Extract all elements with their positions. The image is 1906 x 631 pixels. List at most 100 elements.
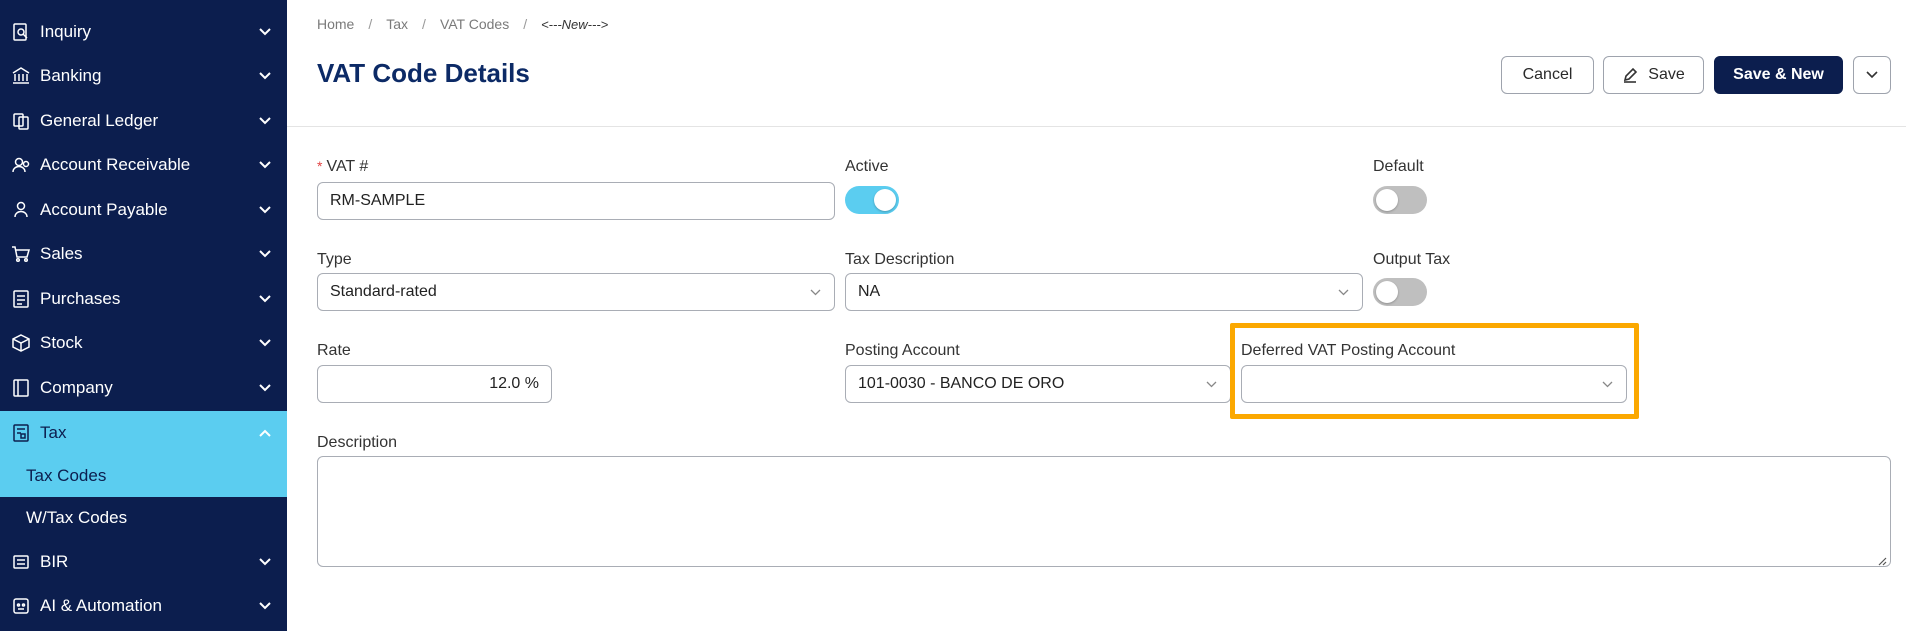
sidebar-item-account-payable[interactable]: Account Payable	[0, 188, 287, 232]
posting-account-label: Posting Account	[845, 342, 960, 359]
account-receivable-icon	[10, 154, 32, 176]
output-tax-toggle[interactable]	[1373, 278, 1427, 306]
chevron-down-icon	[255, 602, 275, 610]
sidebar-item-account-receivable[interactable]: Account Receivable	[0, 143, 287, 187]
company-icon	[10, 377, 32, 399]
bank-icon	[10, 65, 32, 87]
inquiry-icon	[10, 21, 32, 43]
tax-description-select[interactable]: NA	[845, 273, 1363, 311]
chevron-down-icon	[255, 384, 275, 392]
chevron-down-icon	[1336, 289, 1350, 296]
vat-label-text: VAT #	[326, 158, 369, 175]
type-select[interactable]: Standard-rated	[317, 273, 835, 311]
default-label: Default	[1373, 158, 1424, 175]
sidebar-subitem-tax-codes[interactable]: Tax Codes	[0, 455, 287, 497]
sidebar-item-ai-automation[interactable]: AI & Automation	[0, 584, 287, 628]
account-payable-icon	[10, 199, 32, 221]
sidebar-item-label: Purchases	[40, 289, 121, 308]
sidebar-item-purchases[interactable]: Purchases	[0, 277, 287, 321]
posting-account-select[interactable]: 101-0030 - BANCO DE ORO	[845, 365, 1231, 403]
chevron-down-icon	[255, 28, 275, 36]
chevron-down-icon	[1600, 381, 1614, 388]
sidebar-item-label: Account Payable	[40, 200, 168, 219]
resize-handle-icon[interactable]	[1877, 553, 1887, 566]
sidebar-item-label: General Ledger	[40, 111, 159, 130]
sidebar-item-tax[interactable]: Tax	[0, 411, 287, 455]
sidebar: Inquiry Banking General Ledger Account R…	[0, 0, 287, 631]
sidebar-item-label: Inquiry	[40, 22, 92, 41]
ledger-icon	[10, 110, 32, 132]
chevron-down-icon	[255, 339, 275, 347]
toggle-knob	[1376, 189, 1398, 211]
breadcrumb-vat-codes[interactable]: VAT Codes	[440, 16, 509, 32]
save-button-label: Save	[1648, 66, 1685, 83]
sidebar-item-label: Company	[40, 378, 113, 397]
chevron-down-icon	[255, 117, 275, 125]
breadcrumb-separator: /	[523, 16, 528, 32]
sidebar-item-general-ledger[interactable]: General Ledger	[0, 99, 287, 143]
sidebar-item-label: BIR	[40, 552, 69, 571]
description-textarea[interactable]	[317, 456, 1891, 567]
chevron-down-icon	[255, 206, 275, 214]
chevron-up-icon	[255, 429, 275, 437]
sidebar-item-inquiry[interactable]: Inquiry	[0, 10, 287, 54]
vat-field-label: * VAT #	[317, 158, 368, 176]
header-divider	[287, 126, 1906, 127]
description-label: Description	[317, 434, 398, 451]
chevron-down-icon	[255, 295, 275, 303]
chevron-down-icon	[1866, 71, 1878, 79]
deferred-vat-posting-account-label: Deferred VAT Posting Account	[1241, 342, 1456, 359]
chevron-down-icon	[255, 250, 275, 258]
sidebar-item-label: Tax	[40, 423, 67, 442]
required-marker: *	[317, 158, 323, 174]
tax-icon	[10, 422, 32, 444]
active-label: Active	[845, 158, 889, 175]
chevron-down-icon	[255, 558, 275, 566]
active-toggle[interactable]	[845, 186, 899, 214]
purchases-icon	[10, 288, 32, 310]
type-label: Type	[317, 251, 352, 268]
sidebar-item-company[interactable]: Company	[0, 366, 287, 410]
sidebar-item-banking[interactable]: Banking	[0, 54, 287, 98]
sidebar-item-sales[interactable]: Sales	[0, 232, 287, 276]
page-title: VAT Code Details	[317, 58, 530, 88]
vat-code-input[interactable]: RM-SAMPLE	[317, 182, 835, 220]
tax-description-value: NA	[858, 283, 881, 300]
rate-input[interactable]: 12.0 %	[317, 365, 552, 403]
breadcrumb-separator: /	[368, 16, 373, 32]
sidebar-item-stock[interactable]: Stock	[0, 321, 287, 365]
cancel-button[interactable]: Cancel	[1501, 56, 1594, 94]
pencil-icon	[1624, 67, 1638, 83]
breadcrumb-separator: /	[422, 16, 426, 32]
chevron-down-icon	[255, 72, 275, 80]
default-toggle[interactable]	[1373, 186, 1427, 214]
sidebar-item-label: AI & Automation	[40, 596, 162, 615]
save-and-new-button[interactable]: Save & New	[1714, 56, 1843, 94]
breadcrumb-tax[interactable]: Tax	[386, 16, 408, 32]
toggle-knob	[874, 189, 896, 211]
breadcrumb-home[interactable]: Home	[317, 16, 354, 32]
sidebar-item-bir[interactable]: BIR	[0, 540, 287, 584]
more-actions-button[interactable]	[1853, 56, 1891, 94]
bir-icon	[10, 551, 32, 573]
sidebar-item-label: Sales	[40, 244, 83, 263]
rate-label: Rate	[317, 342, 351, 359]
save-button[interactable]: Save	[1603, 56, 1704, 94]
toggle-knob	[1376, 281, 1398, 303]
deferred-vat-posting-account-select[interactable]	[1241, 365, 1627, 403]
sidebar-item-label: Account Receivable	[40, 155, 191, 174]
breadcrumb: Home / Tax / VAT Codes / <---New--->	[317, 16, 608, 32]
sidebar-item-label: Banking	[40, 66, 102, 85]
sidebar-subitem-wtax-codes[interactable]: W/Tax Codes	[0, 497, 287, 539]
box-icon	[10, 332, 32, 354]
posting-account-value: 101-0030 - BANCO DE ORO	[858, 375, 1065, 392]
chevron-down-icon	[808, 289, 822, 296]
chevron-down-icon	[255, 161, 275, 169]
cart-icon	[10, 243, 32, 265]
type-select-value: Standard-rated	[330, 283, 437, 300]
sidebar-item-label: Stock	[40, 333, 83, 352]
tax-description-label: Tax Description	[845, 251, 955, 268]
breadcrumb-current: <---New--->	[541, 16, 609, 32]
app-root: Inquiry Banking General Ledger Account R…	[0, 0, 1906, 631]
chevron-down-icon	[1204, 381, 1218, 388]
